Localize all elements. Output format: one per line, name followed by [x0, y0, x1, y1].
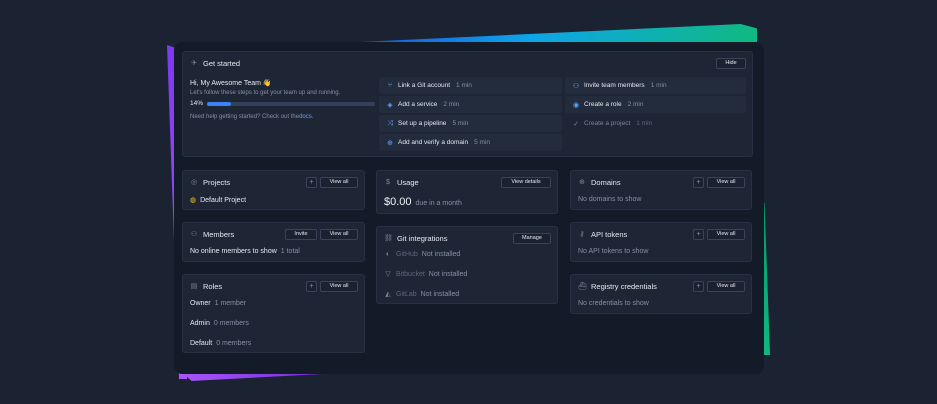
docker-icon: ⛴: [578, 283, 587, 290]
usage-period: due in a month: [415, 200, 462, 207]
task-create-role[interactable]: ◉ Create a role 2 min: [565, 96, 746, 113]
git-provider-github[interactable]: ◐ GitHub Not installed: [384, 251, 460, 258]
roles-card: ▤ Roles + View all Owner 1 member Admin …: [182, 274, 365, 353]
domains-title: Domains: [591, 177, 621, 187]
user-plus-icon: ⚇: [572, 82, 580, 90]
hide-button[interactable]: Hide: [716, 57, 746, 69]
task-add-service[interactable]: ◈ Add a service 2 min: [379, 96, 562, 113]
get-started-title: Get started: [203, 58, 241, 68]
role-icon: ◉: [572, 101, 580, 109]
projects-title: Projects: [203, 177, 231, 187]
members-title: Members: [203, 229, 235, 239]
dollar-icon: $: [386, 178, 390, 186]
domains-view-all-button[interactable]: View all: [707, 176, 745, 188]
link-icon: ⛓: [384, 235, 393, 242]
dashboard-panel: ✈ Get started Hide Hi, My Awesome Team 👋…: [174, 42, 764, 374]
add-role-button[interactable]: +: [306, 280, 317, 292]
role-item[interactable]: Default 0 members: [190, 340, 251, 347]
check-icon: ✓: [573, 120, 579, 128]
globe-icon: ⊕: [579, 179, 585, 186]
progress-bar: [207, 101, 376, 106]
registry-credentials-title: Registry credentials: [591, 281, 657, 291]
globe-icon: ⊕: [387, 139, 393, 147]
roles-icon: ▤: [190, 283, 198, 290]
manage-button[interactable]: Manage: [513, 232, 551, 244]
projects-card: ◎ Projects + View all ◍ Default Project: [182, 170, 365, 210]
registry-empty-text: No credentials to show: [578, 300, 649, 307]
progress-label: 14%: [190, 100, 204, 107]
pipeline-icon: ⤨: [387, 119, 393, 127]
usage-amount: $0.00: [384, 196, 412, 208]
roles-title: Roles: [203, 281, 223, 291]
git-branch-icon: ⑂: [387, 82, 393, 89]
rocket-icon: ✈: [191, 60, 197, 67]
domains-card: ⊕ Domains + View all No domains to show: [570, 170, 752, 210]
invite-button[interactable]: Invite: [285, 228, 317, 240]
task-set-up-pipeline[interactable]: ⤨ Set up a pipeline 5 min: [379, 115, 562, 132]
users-icon: ⚇: [190, 231, 198, 238]
gitlab-icon: ◭: [385, 291, 391, 298]
add-registry-credential-button[interactable]: +: [693, 280, 704, 292]
members-view-all-button[interactable]: View all: [320, 228, 358, 240]
help-text: Need help getting started? Check out the: [190, 114, 300, 120]
add-domain-button[interactable]: +: [693, 176, 704, 188]
api-tokens-empty-text: No API tokens to show: [578, 248, 649, 255]
usage-title: Usage: [397, 177, 419, 187]
cube-icon: ◈: [387, 101, 393, 109]
project-item[interactable]: ◍ Default Project: [190, 196, 246, 205]
role-item[interactable]: Owner 1 member: [190, 300, 246, 307]
progress-bar-fill: [207, 101, 231, 106]
projects-icon: ◎: [190, 179, 198, 186]
git-integrations-card: ⛓ Git integrations Manage ◐ GitHub Not i…: [376, 226, 558, 304]
get-started-card: ✈ Get started Hide Hi, My Awesome Team 👋…: [182, 51, 753, 157]
api-tokens-view-all-button[interactable]: View all: [707, 228, 745, 240]
bitbucket-icon: ▽: [385, 271, 391, 278]
get-started-subtitle: Let's follow these steps to get your tea…: [190, 90, 341, 96]
members-total: 1 total: [280, 248, 300, 255]
projects-view-all-button[interactable]: View all: [320, 176, 358, 188]
git-provider-gitlab[interactable]: ◭ GitLab Not installed: [384, 290, 459, 299]
api-tokens-card: ⚷ API tokens + View all No API tokens to…: [570, 222, 752, 262]
add-project-button[interactable]: +: [306, 176, 317, 188]
key-icon: ⚷: [579, 231, 585, 238]
registry-view-all-button[interactable]: View all: [707, 280, 745, 292]
view-details-button[interactable]: View details: [501, 176, 551, 188]
usage-card: $ Usage View details $0.00 due in a mont…: [376, 170, 558, 214]
help-text-end: .: [311, 114, 314, 120]
task-add-verify-domain[interactable]: ⊕ Add and verify a domain 5 min: [379, 134, 562, 151]
roles-view-all-button[interactable]: View all: [320, 280, 358, 292]
git-provider-bitbucket[interactable]: ▽ Bitbucket Not installed: [384, 270, 467, 279]
greeting-text: Hi, My Awesome Team 👋: [190, 80, 272, 87]
add-api-token-button[interactable]: +: [693, 228, 704, 240]
task-link-git-account[interactable]: ⑂ Link a Git account 1 min: [379, 77, 562, 94]
registry-credentials-card: ⛴ Registry credentials + View all No cre…: [570, 274, 752, 314]
members-empty-text: No online members to show: [190, 248, 277, 255]
domains-empty-text: No domains to show: [578, 196, 642, 203]
api-tokens-title: API tokens: [591, 229, 628, 239]
project-icon: ◍: [190, 197, 197, 204]
github-icon: ◐: [385, 251, 391, 258]
members-card: ⚇ Members Invite View all No online memb…: [182, 222, 365, 262]
docs-link[interactable]: docs: [299, 114, 312, 120]
task-invite-team-members[interactable]: ⚇ Invite team members 1 min: [565, 77, 746, 94]
task-create-project[interactable]: ✓ Create a project 1 min: [565, 115, 746, 132]
git-integrations-title: Git integrations: [397, 233, 448, 243]
role-item[interactable]: Admin 0 members: [190, 320, 249, 327]
